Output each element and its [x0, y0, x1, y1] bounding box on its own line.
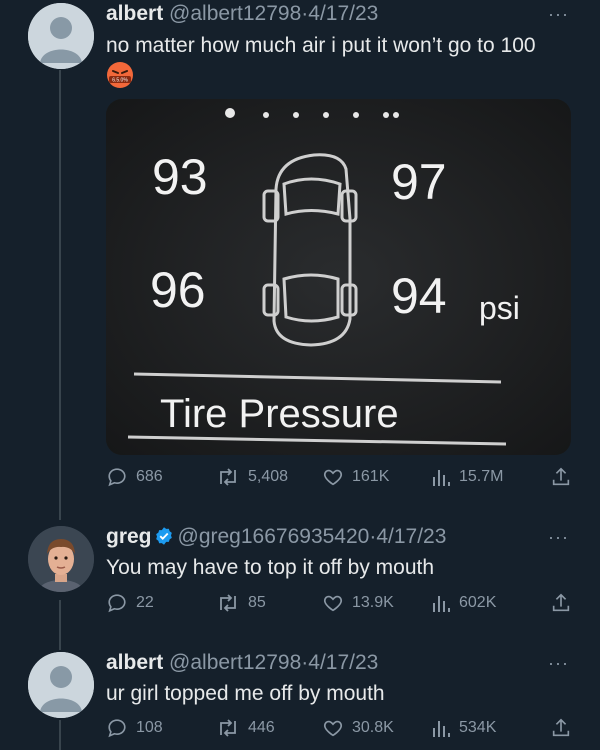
front-left-pressure: 93	[152, 149, 208, 205]
avatar[interactable]	[28, 3, 94, 69]
reply-button[interactable]: 22	[106, 592, 154, 614]
handle[interactable]: @albert12798	[169, 2, 301, 25]
like-button[interactable]: 161K	[322, 466, 389, 488]
share-button[interactable]	[550, 466, 572, 488]
angry-face-emoji-icon: 6.5.0%	[106, 61, 134, 89]
avatar[interactable]	[28, 526, 94, 592]
reply-button[interactable]: 686	[106, 466, 163, 488]
retweet-icon	[220, 594, 236, 612]
reply-button[interactable]: 108	[106, 717, 163, 739]
retweet-button[interactable]: 85	[216, 592, 266, 614]
display-name[interactable]: albert	[106, 2, 163, 25]
display-name[interactable]: albert	[106, 651, 163, 674]
share-icon	[552, 593, 570, 612]
handle[interactable]: @greg16676935420	[178, 525, 370, 548]
views-button[interactable]: 15.7M	[431, 466, 503, 488]
tweet-header: albert @albert12798·4/17/23	[106, 2, 378, 26]
tweet-text: no matter how much air i put it won’t go…	[106, 34, 536, 57]
display-caption: Tire Pressure	[160, 392, 399, 436]
tweet-image[interactable]: 93 97 96 94 psi Tire Pressure	[106, 99, 571, 455]
views-button[interactable]: 534K	[431, 717, 496, 739]
tweet-actions: 22 85 13.9K 602K	[106, 592, 576, 622]
share-button[interactable]	[550, 717, 572, 739]
thread-line	[59, 720, 61, 750]
timestamp[interactable]: 4/17/23	[308, 651, 378, 674]
front-right-pressure: 97	[391, 154, 447, 210]
default-avatar-icon	[28, 652, 94, 718]
verified-badge-icon	[155, 527, 172, 545]
tweet-header: albert @albert12798·4/17/23	[106, 651, 378, 675]
share-icon	[552, 467, 570, 486]
default-avatar-icon	[28, 3, 94, 69]
like-icon	[323, 469, 343, 486]
avatar[interactable]	[28, 652, 94, 718]
rear-left-pressure: 96	[150, 262, 206, 318]
tweet-text: ur girl topped me off by mouth	[106, 682, 385, 705]
reply-icon	[108, 468, 126, 487]
retweet-count: 5,408	[248, 468, 289, 485]
reply-count: 686	[136, 468, 163, 485]
more-icon[interactable]: ···	[548, 4, 569, 25]
like-icon	[323, 595, 343, 612]
retweet-icon	[220, 468, 236, 486]
tweet-actions: 686 5,408 161K 15.7M	[106, 466, 576, 496]
handle[interactable]: @albert12798	[169, 651, 301, 674]
retweet-button[interactable]: 446	[216, 717, 275, 739]
timestamp[interactable]: 4/17/23	[308, 2, 378, 25]
like-button[interactable]: 13.9K	[322, 592, 394, 614]
view-count: 15.7M	[459, 468, 504, 485]
more-icon[interactable]: ···	[548, 653, 569, 674]
tweet-text: You may have to top it off by mouth	[106, 556, 435, 579]
emoji-label: 6.5.0%	[112, 78, 128, 84]
view-count: 534K	[459, 719, 497, 736]
thread-line	[59, 600, 61, 650]
profile-photo-icon	[28, 526, 94, 592]
views-icon	[433, 721, 450, 737]
tweet-header: greg @greg16676935420·4/17/23	[106, 525, 446, 549]
views-icon	[433, 596, 450, 612]
like-button[interactable]: 30.8K	[322, 717, 394, 739]
reply-icon	[108, 719, 126, 738]
share-icon	[552, 718, 570, 737]
views-button[interactable]: 602K	[431, 592, 496, 614]
views-icon	[433, 470, 450, 486]
display-name[interactable]: greg	[106, 525, 152, 548]
share-button[interactable]	[550, 592, 572, 614]
tire-pressure-display: 93 97 96 94 psi Tire Pressure	[106, 99, 571, 455]
like-count: 161K	[352, 468, 390, 485]
reply-count: 22	[136, 594, 154, 611]
pressure-unit: psi	[479, 290, 520, 326]
retweet-button[interactable]: 5,408	[216, 466, 288, 488]
more-icon[interactable]: ···	[548, 527, 569, 548]
view-count: 602K	[459, 594, 497, 611]
retweet-count: 85	[248, 594, 266, 611]
rear-right-pressure: 94	[391, 268, 447, 324]
retweet-count: 446	[248, 719, 275, 736]
reply-icon	[108, 594, 126, 613]
tweet-actions: 108 446 30.8K 534K	[106, 717, 576, 747]
timestamp[interactable]: 4/17/23	[376, 525, 446, 548]
thread-line	[59, 70, 61, 520]
like-icon	[323, 720, 343, 737]
like-count: 13.9K	[352, 594, 394, 611]
like-count: 30.8K	[352, 719, 394, 736]
reply-count: 108	[136, 719, 163, 736]
retweet-icon	[220, 719, 236, 737]
